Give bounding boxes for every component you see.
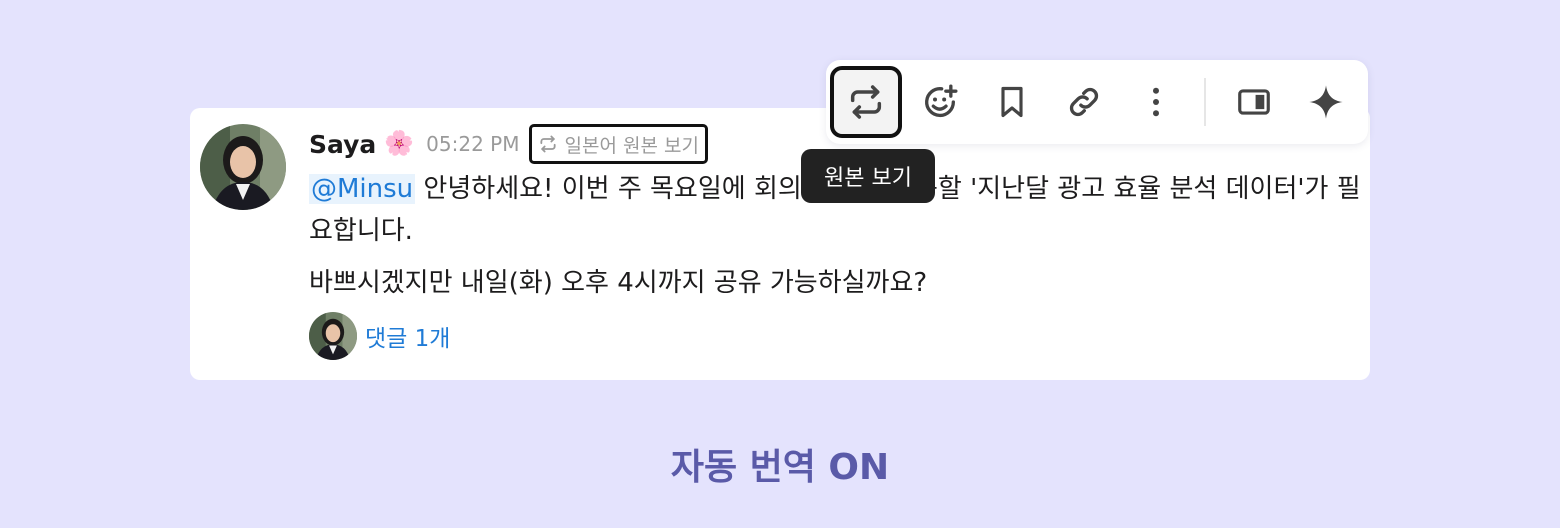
message-body-line2: 바쁘시겠지만 내일(화) 오후 4시까지 공유 가능하실까요? <box>309 268 928 298</box>
message-timestamp[interactable]: 05:22 PM <box>426 132 519 156</box>
user-mention[interactable]: @Minsu <box>309 174 416 204</box>
tooltip: 원본 보기 <box>801 149 935 203</box>
toolbar-view-original-button[interactable] <box>830 66 902 138</box>
copy-link-button[interactable] <box>1048 66 1120 138</box>
open-side-panel-button[interactable] <box>1218 66 1290 138</box>
more-vertical-icon <box>1153 87 1159 117</box>
bookmark-icon <box>1001 86 1023 118</box>
thread-replies[interactable]: 댓글 1개 <box>309 312 450 360</box>
more-actions-button[interactable] <box>1120 66 1192 138</box>
translate-repeat-icon <box>850 85 882 119</box>
add-reaction-button[interactable] <box>904 66 976 138</box>
translate-repeat-icon <box>540 135 557 153</box>
ai-sparkle-icon <box>1309 85 1343 119</box>
view-original-label: 일본어 원본 보기 <box>564 134 699 157</box>
message-header: Saya 🌸 05:22 PM 일본어 원본 보기 <box>309 124 708 164</box>
ai-assistant-button[interactable] <box>1290 66 1362 138</box>
side-panel-icon <box>1238 89 1270 115</box>
add-reaction-icon <box>925 84 958 118</box>
link-icon <box>1069 87 1099 117</box>
toolbar-divider <box>1204 78 1206 126</box>
author-status-emoji: 🌸 <box>384 130 415 157</box>
reply-count-link[interactable]: 댓글 1개 <box>365 319 450 353</box>
author-name[interactable]: Saya <box>309 130 376 159</box>
save-bookmark-button[interactable] <box>976 66 1048 138</box>
view-original-button[interactable]: 일본어 원본 보기 <box>529 124 708 164</box>
feature-caption: 자동 번역 ON <box>670 447 890 488</box>
author-avatar[interactable] <box>200 124 286 210</box>
message-action-toolbar <box>826 60 1368 144</box>
reply-avatar <box>309 312 357 360</box>
